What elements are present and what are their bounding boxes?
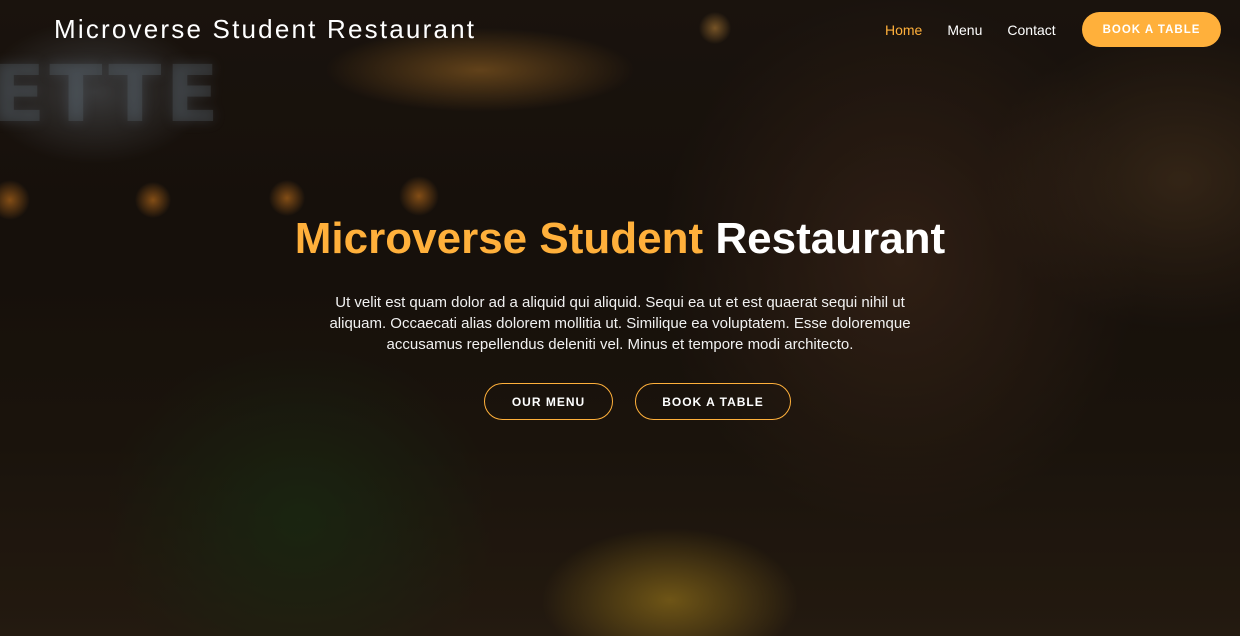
- nav-item-home[interactable]: Home: [885, 22, 922, 38]
- nav-item-contact[interactable]: Contact: [1007, 22, 1055, 38]
- hero-title-accent: Microverse Student: [294, 214, 704, 263]
- site-header: Microverse Student Restaurant Home Menu …: [0, 0, 1240, 62]
- site-logo[interactable]: Microverse Student Restaurant: [54, 14, 476, 45]
- hero-buttons: Our Menu Book a Table: [484, 383, 791, 420]
- hero-title: Microverse Student Restaurant: [0, 214, 1240, 264]
- main-nav: Home Menu Contact: [885, 22, 1056, 38]
- book-table-header-button[interactable]: Book a Table: [1082, 12, 1221, 47]
- hero-title-rest: Restaurant: [715, 214, 946, 263]
- our-menu-button[interactable]: Our Menu: [484, 383, 613, 420]
- nav-item-menu[interactable]: Menu: [947, 22, 982, 38]
- book-table-hero-button[interactable]: Book a Table: [635, 383, 791, 420]
- hero-description: Ut velit est quam dolor ad a aliquid qui…: [329, 294, 911, 353]
